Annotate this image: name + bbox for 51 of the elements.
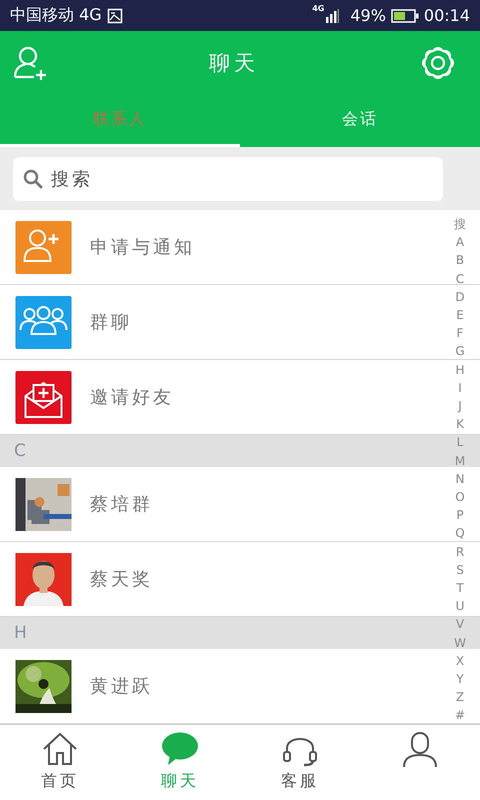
index-letter[interactable]: V — [456, 615, 464, 634]
index-letter[interactable]: G — [455, 342, 465, 361]
index-letter[interactable]: Z — [456, 688, 464, 706]
carrier-text: 中国移动 4G — [10, 5, 102, 26]
index-letter[interactable]: A — [456, 233, 464, 252]
index-letter[interactable]: # — [454, 706, 466, 724]
index-letter[interactable]: C — [456, 270, 464, 288]
battery-icon — [390, 8, 419, 22]
section-letter: H — [14, 623, 27, 643]
index-letter[interactable]: E — [456, 306, 464, 324]
index-letter[interactable]: H — [455, 360, 465, 379]
index-letter[interactable]: M — [454, 452, 466, 470]
index-letter[interactable]: B — [456, 251, 464, 270]
index-letter[interactable]: K — [456, 415, 464, 434]
speech-bubble-icon — [160, 731, 200, 767]
index-letter[interactable]: L — [456, 433, 464, 452]
index-letter[interactable]: U — [456, 597, 464, 616]
index-letter[interactable]: J — [458, 397, 462, 416]
tab[interactable]: 会话 — [240, 95, 480, 147]
section-letter: C — [14, 441, 26, 461]
network-text: 4G — [312, 4, 324, 13]
nav-tab[interactable]: 聊天 — [120, 725, 240, 800]
search-field[interactable]: 搜索 — [13, 157, 443, 201]
index-letter[interactable]: P — [456, 506, 464, 524]
person-add-icon — [15, 220, 72, 274]
nav-tab[interactable]: 客服 — [240, 725, 360, 800]
index-letter[interactable]: S — [456, 560, 464, 580]
settings-icon[interactable] — [420, 45, 456, 81]
add-contact-icon[interactable] — [12, 45, 48, 81]
index-letter[interactable]: W — [454, 634, 466, 652]
screen-title: 聊天 — [209, 50, 259, 77]
group-icon — [15, 296, 72, 348]
index-letter[interactable]: D — [455, 288, 465, 306]
envelope-icon — [15, 370, 72, 424]
nav-tab[interactable]: 首页 — [0, 725, 120, 800]
index-letter[interactable]: F — [456, 324, 464, 342]
search-icon — [23, 169, 43, 189]
battery-text: 49% — [350, 6, 386, 25]
image-icon — [106, 8, 123, 24]
index-letter[interactable]: N — [456, 470, 464, 488]
index-letter[interactable]: Q — [455, 524, 465, 543]
index-letter[interactable]: T — [456, 579, 464, 598]
index-letter[interactable]: 搜 — [454, 215, 466, 234]
index-letter[interactable]: I — [458, 378, 462, 398]
index-letter[interactable]: Y — [456, 670, 464, 688]
time-text: 00:14 — [424, 6, 470, 25]
index-letter[interactable]: X — [456, 652, 464, 670]
signal-icon — [325, 8, 340, 22]
index-letter[interactable]: R — [456, 542, 464, 561]
index-letter[interactable]: O — [455, 488, 465, 506]
person-icon — [400, 731, 440, 767]
